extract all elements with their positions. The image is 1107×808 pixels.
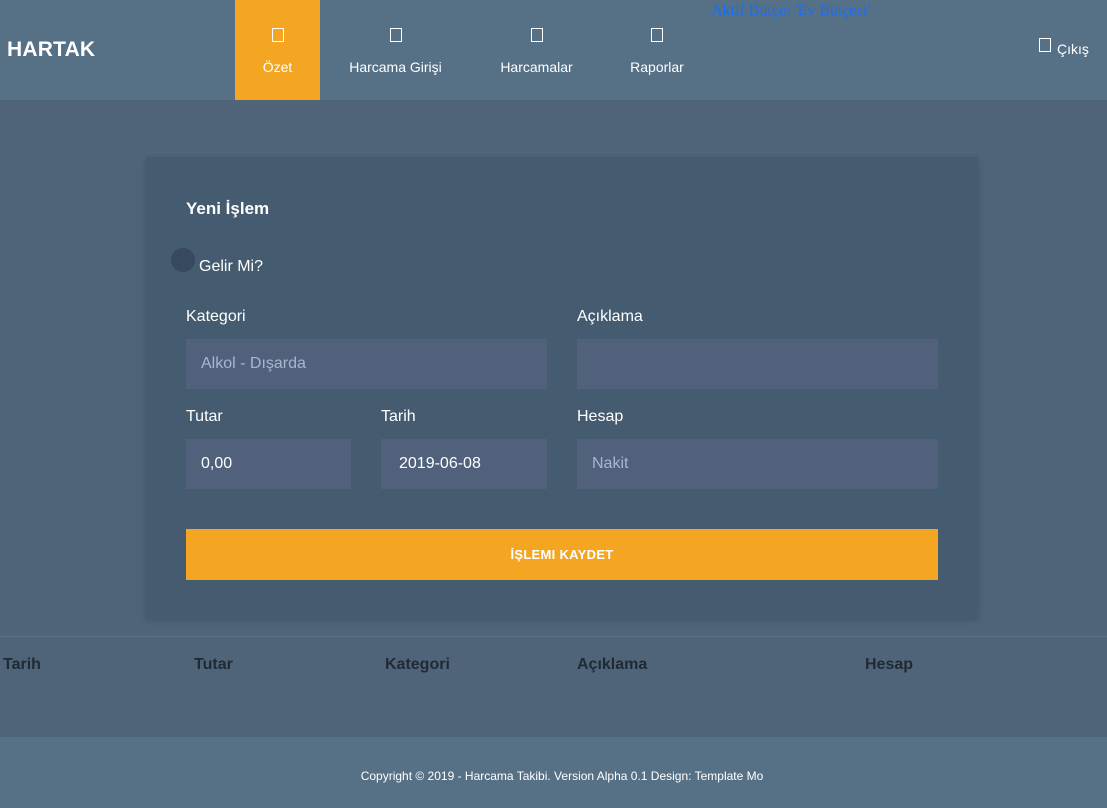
divider bbox=[0, 636, 1107, 637]
description-input[interactable] bbox=[577, 339, 938, 389]
nav-item-harcamalar[interactable]: Harcamalar bbox=[484, 0, 589, 100]
nav-item-label: Harcama Girişi bbox=[349, 59, 442, 75]
footer-copyright: Copyright © 2019 - Harcama Takibi. Versi… bbox=[360, 769, 764, 783]
nav-item-label: Harcamalar bbox=[500, 59, 573, 75]
active-budget-link[interactable]: Aktif Bütçe: 'Ev Bütçesi' bbox=[711, 2, 870, 20]
nav-item-raporlar[interactable]: Raporlar bbox=[613, 0, 701, 100]
edit-icon bbox=[389, 28, 402, 42]
account-select[interactable]: Nakit bbox=[577, 439, 938, 489]
footer: Copyright © 2019 - Harcama Takibi. Versi… bbox=[0, 737, 1107, 808]
table-header-hesap[interactable]: Hesap bbox=[865, 656, 913, 674]
nav-item-label: Özet bbox=[262, 59, 293, 75]
logout-label: Çıkış bbox=[1057, 41, 1089, 57]
home-icon bbox=[271, 28, 284, 42]
logout-button[interactable]: Çıkış bbox=[1039, 38, 1089, 57]
chart-icon bbox=[651, 28, 663, 42]
new-transaction-panel: Yeni İşlem Gelir Mi? Kategori Alkol - Dı… bbox=[146, 157, 978, 618]
account-label: Hesap bbox=[577, 408, 624, 425]
table-header-kategori[interactable]: Kategori bbox=[385, 656, 450, 674]
income-radio[interactable] bbox=[171, 248, 195, 272]
list-icon bbox=[530, 28, 543, 42]
save-transaction-button[interactable]: İŞLEMI KAYDET bbox=[186, 529, 938, 580]
nav-item-harcama-girisi[interactable]: Harcama Girişi bbox=[330, 0, 461, 100]
date-label: Tarih bbox=[381, 408, 416, 425]
table-header-aciklama[interactable]: Açıklama bbox=[577, 656, 647, 674]
category-select[interactable]: Alkol - Dışarda bbox=[186, 339, 547, 389]
brand-logo[interactable]: HARTAK bbox=[7, 38, 95, 62]
table-header-tutar[interactable]: Tutar bbox=[194, 656, 233, 674]
nav-item-label: Raporlar bbox=[630, 59, 684, 75]
description-label: Açıklama bbox=[577, 308, 643, 325]
panel-title: Yeni İşlem bbox=[186, 199, 270, 218]
date-input[interactable]: 2019-06-08 bbox=[381, 439, 547, 489]
nav-item-ozet[interactable]: Özet bbox=[235, 0, 320, 100]
top-navbar: HARTAK Özet Harcama Girişi Harcamalar Ra… bbox=[0, 0, 1107, 100]
category-label: Kategori bbox=[186, 308, 246, 325]
amount-input[interactable]: 0,00 bbox=[186, 439, 351, 489]
income-radio-label: Gelir Mi? bbox=[199, 258, 264, 275]
sign-out-icon bbox=[1039, 38, 1051, 52]
table-header-tarih[interactable]: Tarih bbox=[3, 656, 41, 674]
amount-label: Tutar bbox=[186, 408, 223, 425]
